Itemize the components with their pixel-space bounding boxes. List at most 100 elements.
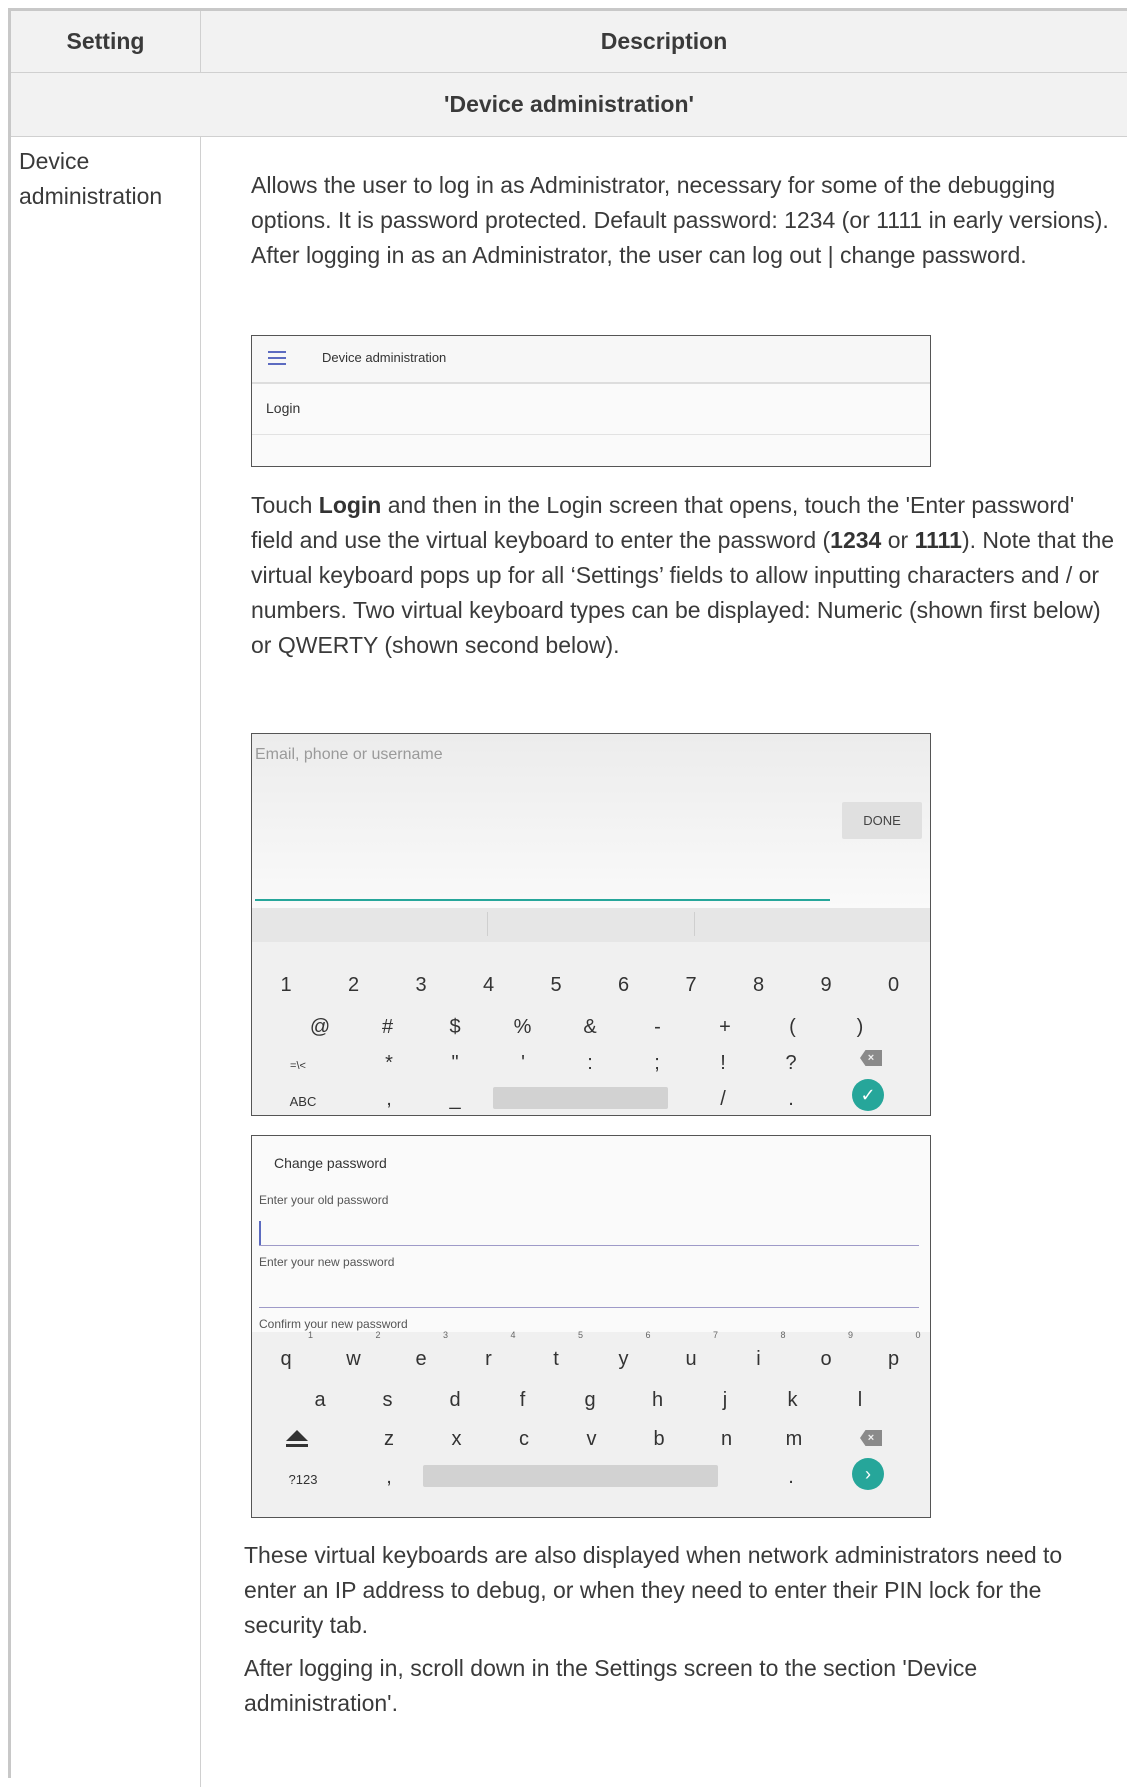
abc-key[interactable]: ABC	[290, 1094, 317, 1109]
dialog-title: Change password	[274, 1155, 387, 1171]
symbol-key[interactable]: :	[587, 1052, 593, 1075]
symbol-key[interactable]: +	[719, 1016, 731, 1039]
symbol-key[interactable]: "	[451, 1052, 458, 1075]
text-cursor	[259, 1221, 261, 1245]
letter-key[interactable]: h	[652, 1389, 663, 1412]
digit-key[interactable]: 3	[415, 974, 426, 997]
letter-key[interactable]: e	[415, 1348, 426, 1371]
digit-key[interactable]: 0	[888, 974, 899, 997]
symbol-key[interactable]: '	[521, 1052, 525, 1075]
symbol-key[interactable]: $	[449, 1016, 460, 1039]
digit-key[interactable]: 2	[348, 974, 359, 997]
key-hint: 2	[375, 1330, 381, 1340]
letter-key[interactable]: j	[723, 1389, 727, 1412]
symbol-key[interactable]: =\<	[290, 1060, 306, 1072]
suggestion-strip	[252, 908, 930, 942]
letter-key[interactable]: c	[519, 1428, 529, 1451]
login-item[interactable]: Login	[266, 400, 300, 416]
digit-key[interactable]: 4	[483, 974, 494, 997]
check-icon[interactable]: ✓	[852, 1079, 884, 1111]
section-title: 'Device administration'	[11, 73, 1127, 137]
description-paragraph-3: These virtual keyboards are also display…	[244, 1542, 1063, 1638]
letter-key[interactable]: s	[383, 1389, 393, 1412]
space-key[interactable]	[423, 1465, 718, 1487]
key-hint: 1	[308, 1330, 314, 1340]
letter-key[interactable]: l	[858, 1389, 862, 1412]
divider	[252, 434, 930, 435]
letter-key[interactable]: w	[346, 1348, 360, 1371]
backspace-icon[interactable]: ×	[860, 1050, 882, 1066]
symbol-key[interactable]: %	[514, 1016, 532, 1039]
letter-key[interactable]: f	[520, 1389, 526, 1412]
confirm-password-label: Confirm your new password	[259, 1317, 408, 1331]
symbol-key[interactable]: !	[720, 1052, 726, 1075]
symbol-key[interactable]: ?	[785, 1052, 796, 1075]
numeric-keyboard: 1234567890 @ # $% & - +() =\< * " ':;!? ABC , _ …	[252, 942, 930, 1115]
letter-key[interactable]: v	[587, 1428, 597, 1451]
dot-key[interactable]: .	[788, 1466, 794, 1489]
letter-key[interactable]: r	[485, 1348, 492, 1371]
dot-key[interactable]: .	[788, 1088, 794, 1111]
letter-key[interactable]: o	[820, 1348, 831, 1371]
next-icon[interactable]: ›	[852, 1458, 884, 1490]
shift-icon[interactable]	[286, 1430, 308, 1441]
device-admin-screenshot: Device administration Login	[251, 335, 931, 467]
symbol-key[interactable]: @	[310, 1016, 330, 1039]
table-header: Setting Description	[11, 11, 1127, 73]
menu-icon[interactable]	[268, 351, 286, 365]
letter-key[interactable]: i	[756, 1348, 760, 1371]
digit-key[interactable]: 6	[618, 974, 629, 997]
letter-key[interactable]: p	[888, 1348, 899, 1371]
text: or	[881, 527, 915, 553]
key-hint: 9	[848, 1330, 854, 1340]
slash-key[interactable]: /	[720, 1088, 726, 1111]
symbol-key[interactable]: )	[857, 1016, 864, 1039]
input-underline	[255, 899, 830, 901]
key-hint: 0	[915, 1330, 921, 1340]
digit-key[interactable]: 8	[753, 974, 764, 997]
letter-key[interactable]: q	[280, 1348, 291, 1371]
done-button[interactable]: DONE	[842, 802, 922, 839]
symbol-key[interactable]: -	[654, 1016, 661, 1039]
letter-key[interactable]: t	[553, 1348, 559, 1371]
old-password-field[interactable]	[259, 1245, 919, 1246]
comma-key[interactable]: ,	[386, 1088, 392, 1111]
letter-key[interactable]: m	[786, 1428, 803, 1451]
symbol-key[interactable]: ;	[654, 1052, 660, 1075]
description-paragraph-2: Touch Login and then in the Login screen…	[251, 488, 1121, 663]
bold-login: Login	[318, 492, 382, 518]
digit-key[interactable]: 5	[550, 974, 561, 997]
underscore-key[interactable]: _	[449, 1088, 460, 1111]
comma-key[interactable]: ,	[386, 1466, 392, 1489]
digit-key[interactable]: 7	[685, 974, 696, 997]
letter-key[interactable]: g	[584, 1389, 595, 1412]
old-password-label: Enter your old password	[259, 1193, 389, 1207]
letter-key[interactable]: a	[314, 1389, 325, 1412]
header-setting: Setting	[11, 11, 201, 72]
letter-key[interactable]: d	[449, 1389, 460, 1412]
symbol-key[interactable]: #	[382, 1016, 393, 1039]
description-paragraph-4: After logging in, scroll down in the Set…	[244, 1655, 978, 1716]
symbol-key[interactable]: (	[789, 1016, 796, 1039]
letter-key[interactable]: x	[452, 1428, 462, 1451]
shift-icon-base	[286, 1444, 308, 1447]
setting-name: Device administration	[19, 148, 163, 209]
username-input[interactable]: Email, phone or username	[255, 746, 443, 764]
symbols-key[interactable]: ?123	[289, 1472, 318, 1487]
letter-key[interactable]: b	[653, 1428, 664, 1451]
key-hint: 3	[443, 1330, 449, 1340]
space-key[interactable]	[493, 1087, 668, 1109]
new-password-field[interactable]	[259, 1307, 919, 1308]
column-divider	[200, 137, 201, 1787]
digit-key[interactable]: 1	[280, 974, 291, 997]
letter-key[interactable]: z	[384, 1428, 394, 1451]
digit-key[interactable]: 9	[820, 974, 831, 997]
letter-key[interactable]: y	[619, 1348, 629, 1371]
backspace-icon[interactable]: ×	[860, 1430, 882, 1446]
symbol-key[interactable]: *	[385, 1052, 393, 1075]
key-hint: 8	[780, 1330, 786, 1340]
letter-key[interactable]: n	[721, 1428, 732, 1451]
letter-key[interactable]: u	[685, 1348, 696, 1371]
letter-key[interactable]: k	[788, 1389, 798, 1412]
symbol-key[interactable]: &	[583, 1016, 596, 1039]
